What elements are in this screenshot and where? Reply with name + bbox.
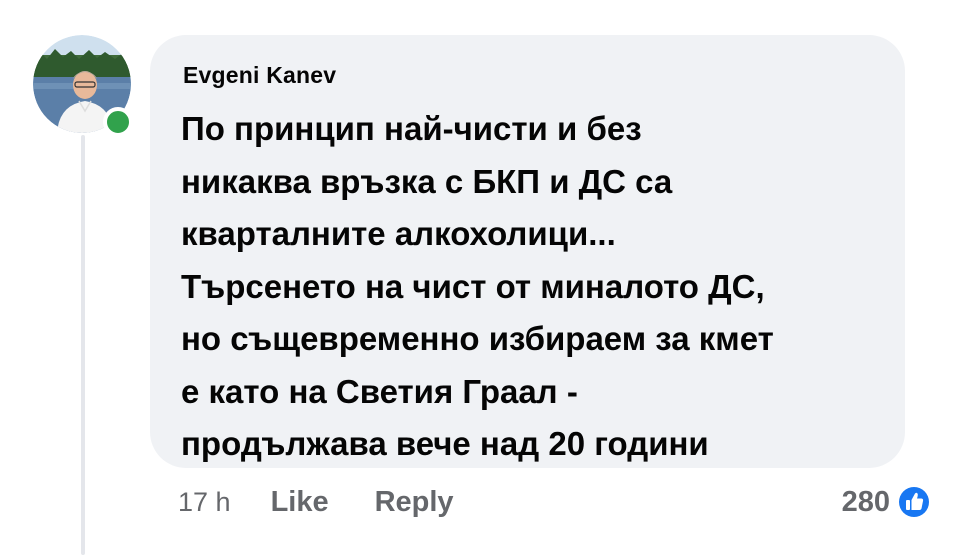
reactions-summary[interactable]: 280 [842, 480, 932, 524]
comment-actions: 17 h Like Reply [178, 480, 500, 524]
like-button[interactable]: Like [271, 486, 329, 519]
comment-bubble: Evgeni Kanev По принцип най-чисти и без … [150, 35, 905, 468]
avatar[interactable] [33, 35, 133, 137]
online-status-dot [103, 107, 133, 137]
comment-timestamp[interactable]: 17 h [178, 487, 231, 518]
reaction-count: 280 [841, 485, 890, 518]
reply-button[interactable]: Reply [375, 486, 454, 519]
comment-text: По принцип най-чисти и без никаква връзк… [181, 110, 774, 462]
like-thumbs-up-icon [897, 485, 931, 519]
thread-line [81, 135, 85, 555]
comment-author[interactable]: Evgeni Kanev [183, 62, 336, 89]
